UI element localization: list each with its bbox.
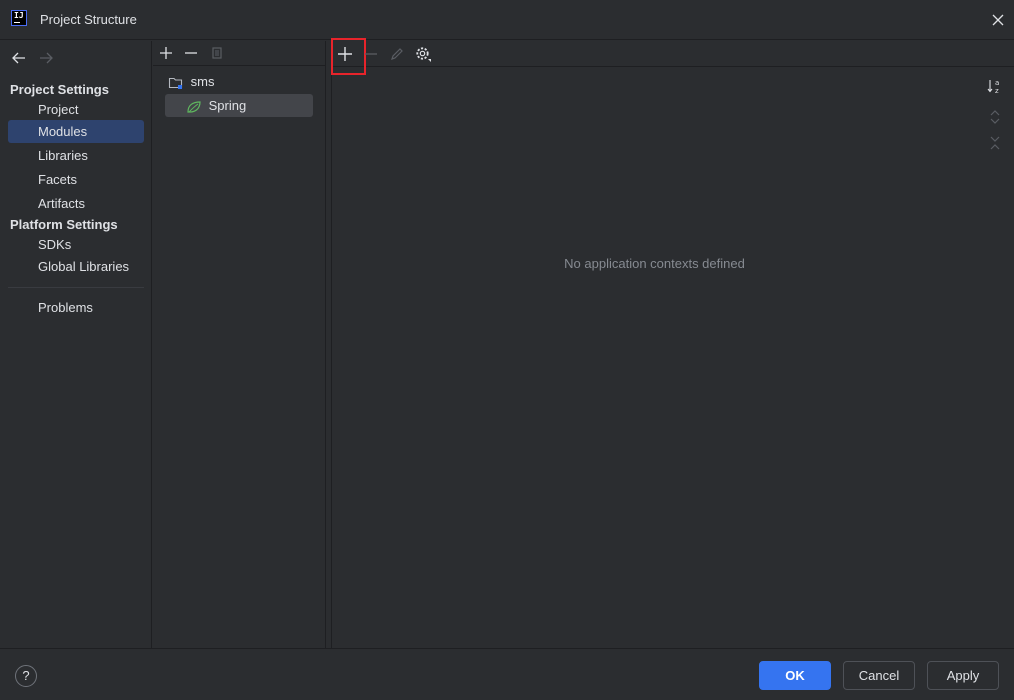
settings-sidebar: Project Settings Project Modules Librari… xyxy=(0,41,152,648)
sidebar-item-artifacts[interactable]: Artifacts xyxy=(8,192,144,215)
back-arrow-icon[interactable] xyxy=(11,51,27,65)
svg-text:a: a xyxy=(995,79,999,87)
tree-item-spring[interactable]: Spring xyxy=(186,95,246,117)
add-context-button[interactable] xyxy=(331,38,366,75)
modules-panel: sms Spring xyxy=(153,41,326,648)
modules-toolbar xyxy=(153,41,326,66)
remove-context-icon[interactable] xyxy=(362,45,380,63)
collapse-all-icon[interactable] xyxy=(986,134,1004,152)
remove-module-icon[interactable] xyxy=(182,44,200,62)
spring-leaf-icon xyxy=(186,99,202,115)
sidebar-item-global-libraries[interactable]: Global Libraries xyxy=(8,255,144,278)
copy-module-icon[interactable] xyxy=(208,44,226,62)
apply-button[interactable]: Apply xyxy=(927,661,999,690)
intellij-app-icon: IJ xyxy=(11,10,27,26)
highlight-box xyxy=(331,38,366,75)
sidebar-item-modules[interactable]: Modules xyxy=(8,120,144,143)
help-button[interactable]: ? xyxy=(15,665,37,687)
dialog-footer: ? OK Cancel Apply xyxy=(0,648,1014,700)
edit-pencil-icon[interactable] xyxy=(388,45,406,63)
module-folder-icon xyxy=(168,75,184,91)
add-module-icon[interactable] xyxy=(157,44,175,62)
sidebar-divider xyxy=(8,287,144,288)
tree-item-spring-label: Spring xyxy=(208,98,247,113)
ok-button[interactable]: OK xyxy=(759,661,831,690)
sidebar-item-sdks[interactable]: SDKs xyxy=(8,233,144,256)
tree-item-sms[interactable]: sms xyxy=(168,71,214,93)
spring-facet-panel: No application contexts defined a z xyxy=(331,38,1014,648)
platform-settings-header: Platform Settings xyxy=(10,217,118,232)
sidebar-item-facets[interactable]: Facets xyxy=(8,168,144,191)
window-title: Project Structure xyxy=(40,12,137,27)
close-icon[interactable] xyxy=(988,10,1008,30)
cancel-button[interactable]: Cancel xyxy=(843,661,915,690)
sort-alphabetically-icon[interactable]: a z xyxy=(986,77,1004,95)
title-bar: IJ Project Structure xyxy=(0,0,1014,40)
contexts-toolbar xyxy=(331,38,1014,75)
tree-item-sms-label: sms xyxy=(190,74,215,89)
expand-all-icon[interactable] xyxy=(986,108,1004,126)
empty-state-message: No application contexts defined xyxy=(564,256,745,271)
sidebar-item-project[interactable]: Project xyxy=(8,98,144,121)
settings-gear-icon[interactable] xyxy=(414,45,432,63)
sidebar-item-libraries[interactable]: Libraries xyxy=(8,144,144,167)
sidebar-item-problems[interactable]: Problems xyxy=(8,296,144,319)
svg-text:z: z xyxy=(995,87,999,95)
forward-arrow-icon[interactable] xyxy=(38,51,54,65)
project-settings-header: Project Settings xyxy=(10,82,109,97)
